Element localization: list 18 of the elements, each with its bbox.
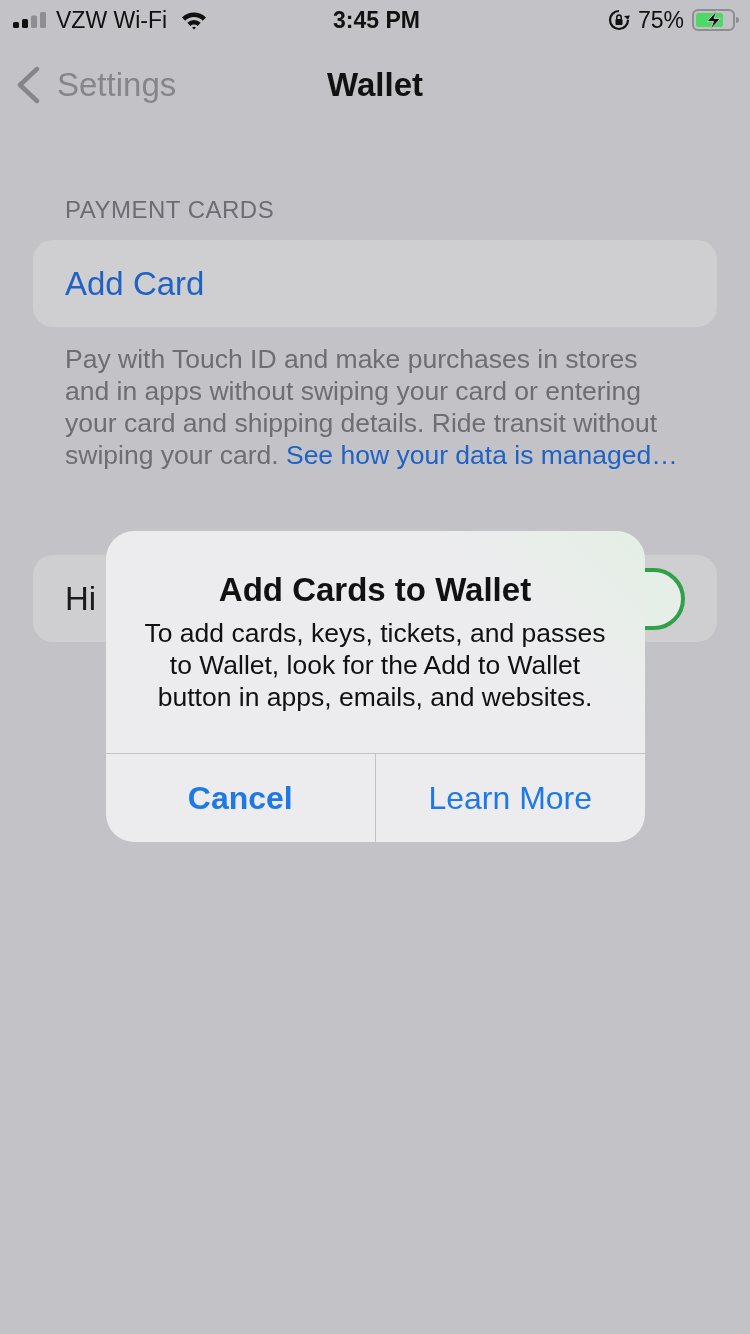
data-management-link[interactable]: See how your data is managed… xyxy=(285,440,678,470)
alert-title: Add Cards to Wallet xyxy=(218,571,532,609)
alert-button[interactable]: Learn More xyxy=(375,754,645,842)
back-button[interactable]: Settings xyxy=(16,40,177,130)
carrier-name: VZW Wi-Fi xyxy=(56,6,168,34)
alert-message: To add cards, keys, tickets, and passes to Wallet, look for the Add to Wallet button in apps, emails, and websites. xyxy=(143,617,607,713)
battery-percent: 75% xyxy=(637,6,684,34)
section-header: PAYMENT CARDS xyxy=(65,196,276,224)
wifi-icon xyxy=(181,10,208,30)
rotation-lock-icon xyxy=(607,9,630,31)
add-card-button[interactable]: Add Card xyxy=(65,264,205,303)
section-footer-text: Pay with Touch ID and make purchases in stores and in apps without swiping your card or entering your card and shipping details. Ride transit without swiping your card. See how your data is managed… xyxy=(65,343,679,471)
alert-button[interactable]: Cancel xyxy=(105,754,375,842)
chevron-left-icon xyxy=(16,66,40,104)
setting-label: Hi xyxy=(65,579,97,618)
screen-title: Wallet xyxy=(327,66,423,104)
signal-icon xyxy=(13,12,48,28)
status-time: 3:45 PM xyxy=(333,6,420,34)
